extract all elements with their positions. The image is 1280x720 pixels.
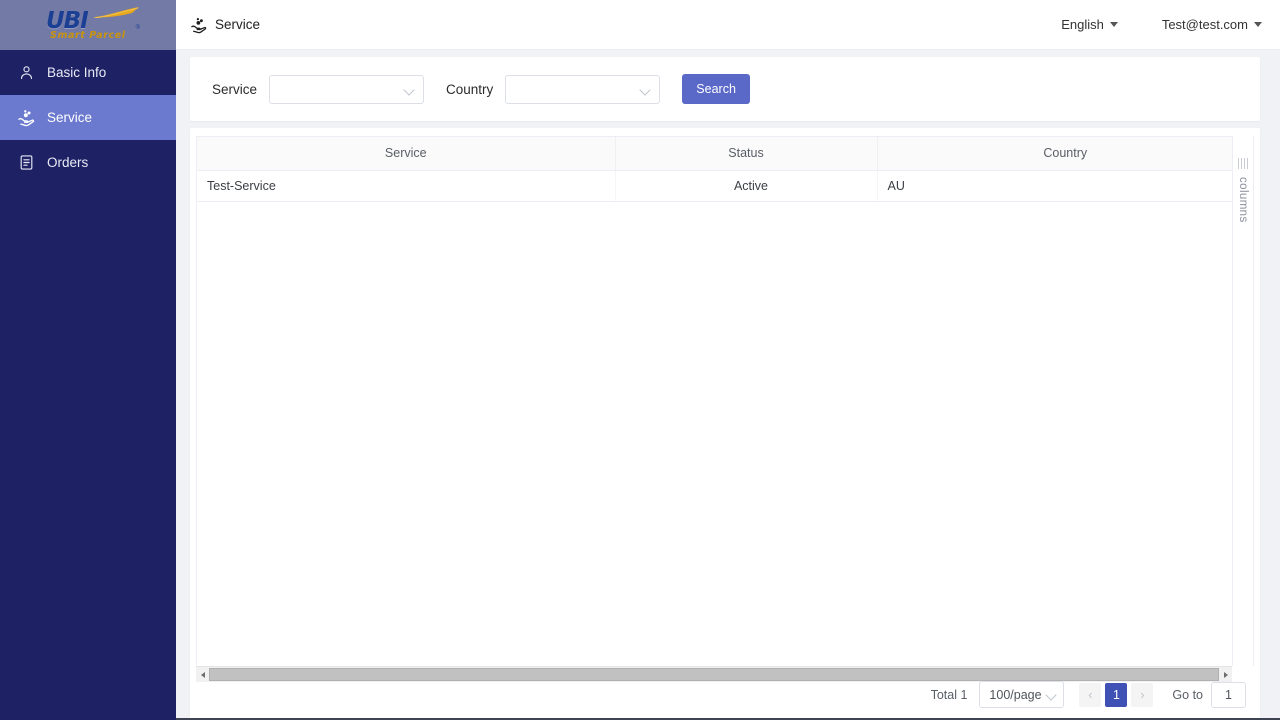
chevron-down-icon <box>404 84 415 95</box>
language-label: English <box>1061 17 1104 32</box>
service-hand-icon <box>16 108 36 128</box>
scrollbar-thumb[interactable] <box>209 668 1219 681</box>
document-list-icon <box>16 153 36 173</box>
sidebar-item-label: Basic Info <box>47 65 107 80</box>
logo-tagline: Smart Parcel <box>50 30 126 41</box>
page-content: Service Country Search Service Status Co… <box>176 50 1280 720</box>
sidebar-item-orders[interactable]: Orders <box>0 140 176 185</box>
main-area: Service English Test@test.com Service Co… <box>176 0 1280 720</box>
goto-page-input[interactable] <box>1211 681 1246 708</box>
chevron-right-icon: › <box>1140 687 1145 702</box>
services-table: Service Status Country Test-Service Acti… <box>197 137 1253 202</box>
sidebar: UBI ® Smart Parcel Basic Info Service Or… <box>0 0 176 720</box>
cell-service: Test-Service <box>197 170 616 202</box>
prev-page-button[interactable]: ‹ <box>1079 682 1102 707</box>
brand-logo[interactable]: UBI ® Smart Parcel <box>0 0 176 50</box>
logo-swoosh-icon <box>94 6 140 18</box>
cell-country: AU <box>877 170 1253 202</box>
pagination: Total 1 100/page ‹ 1 › Go to <box>931 681 1246 708</box>
filter-panel: Service Country Search <box>190 57 1260 121</box>
chevron-down-icon <box>1254 22 1262 27</box>
columns-drawer-label: columns <box>1237 177 1249 223</box>
page-size-select[interactable]: 100/page <box>979 681 1065 708</box>
account-menu[interactable]: Test@test.com <box>1162 17 1262 32</box>
cell-status: Active <box>615 170 878 202</box>
next-page-button[interactable]: › <box>1131 682 1154 707</box>
service-filter-label: Service <box>212 81 258 97</box>
sidebar-item-label: Service <box>47 110 93 125</box>
table-header-row: Service Status Country <box>197 137 1253 171</box>
column-header-country[interactable]: Country <box>877 137 1253 171</box>
country-select[interactable] <box>505 74 661 104</box>
table-head: Service Status Country <box>197 137 1253 171</box>
columns-drawer-handle[interactable]: columns <box>1232 136 1254 666</box>
chevron-down-icon <box>1109 22 1118 27</box>
table-panel: Service Status Country Test-Service Acti… <box>190 128 1260 720</box>
country-filter: Country <box>446 74 661 104</box>
page-size-value: 100/page <box>989 687 1042 702</box>
scroll-left-arrow-icon[interactable] <box>196 667 209 682</box>
scroll-right-arrow-icon[interactable] <box>1219 667 1232 682</box>
logo-registered-mark: ® <box>135 25 140 31</box>
account-label: Test@test.com <box>1161 17 1248 32</box>
chevron-down-icon <box>1046 689 1057 700</box>
search-button[interactable]: Search <box>682 74 750 104</box>
column-header-status[interactable]: Status <box>615 137 878 171</box>
sidebar-item-service[interactable]: Service <box>0 95 176 140</box>
service-hand-icon <box>190 16 208 34</box>
sidebar-item-label: Orders <box>47 155 89 170</box>
language-switcher[interactable]: English <box>1061 17 1118 32</box>
table-row[interactable]: Test-Service Active AU <box>197 170 1253 202</box>
table-body: Test-Service Active AU <box>197 170 1253 202</box>
topbar: Service English Test@test.com <box>176 0 1280 50</box>
column-header-service[interactable]: Service <box>197 137 616 171</box>
service-select[interactable] <box>269 74 425 104</box>
breadcrumb: Service <box>190 16 260 34</box>
goto-label: Go to <box>1172 687 1203 702</box>
horizontal-scrollbar[interactable] <box>196 666 1232 682</box>
grip-handle-icon <box>1237 158 1249 169</box>
sidebar-nav: Basic Info Service Orders <box>0 50 176 185</box>
pagination-total: Total 1 <box>930 687 968 702</box>
sidebar-item-basic-info[interactable]: Basic Info <box>0 50 176 95</box>
chevron-down-icon <box>640 84 651 95</box>
table-scroll-area: Service Status Country Test-Service Acti… <box>196 136 1254 666</box>
service-filter: Service <box>212 74 425 104</box>
page-number-1[interactable]: 1 <box>1105 682 1128 707</box>
chevron-left-icon: ‹ <box>1088 687 1093 702</box>
app-root: UBI ® Smart Parcel Basic Info Service Or… <box>0 0 1280 720</box>
breadcrumb-label: Service <box>215 17 261 32</box>
country-filter-label: Country <box>446 81 494 97</box>
user-icon <box>16 63 36 83</box>
scrollbar-track[interactable] <box>209 667 1219 682</box>
